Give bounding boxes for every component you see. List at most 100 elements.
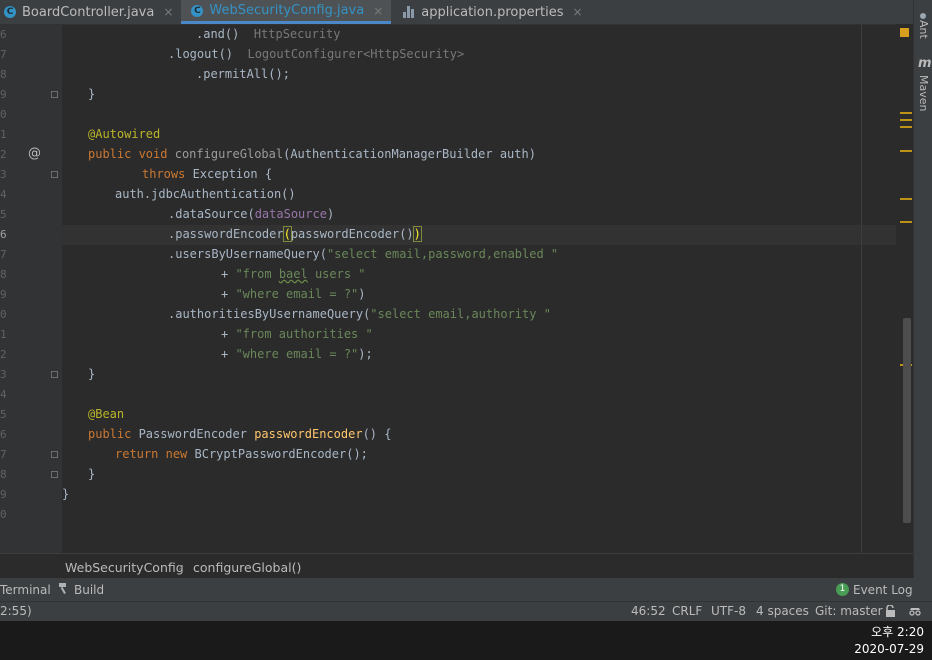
ant-panel-button[interactable]: Ant	[917, 20, 930, 39]
code-line: }	[88, 87, 96, 101]
fold-marker-icon[interactable]	[51, 371, 58, 378]
ant-icon	[918, 6, 928, 19]
close-icon[interactable]: ×	[572, 5, 582, 19]
line-number: 9	[0, 288, 7, 301]
taskbar-time[interactable]: 오후 2:20	[871, 623, 924, 640]
file-encoding[interactable]: UTF-8	[711, 604, 746, 618]
code-line: return new BCryptPasswordEncoder();	[115, 447, 368, 461]
tab-web-security-config[interactable]: C WebSecurityConfig.java ×	[181, 0, 392, 24]
code-line: .authoritiesByUsernameQuery("select emai…	[168, 307, 551, 321]
java-class-icon: C	[191, 4, 204, 17]
caret-position[interactable]: 46:52	[631, 604, 666, 618]
line-number-current: 6	[0, 228, 7, 241]
line-number: 5	[0, 208, 7, 221]
breadcrumb-method[interactable]: configureGlobal()	[193, 560, 301, 575]
stripe-marker[interactable]	[900, 112, 912, 114]
line-number: 2	[0, 148, 7, 161]
line-number: 4	[0, 188, 7, 201]
stripe-marker[interactable]	[900, 150, 912, 152]
stripe-marker[interactable]	[900, 198, 912, 200]
line-number: 0	[0, 108, 7, 121]
lock-icon[interactable]	[885, 604, 896, 617]
inspector-icon[interactable]	[908, 605, 922, 617]
fold-marker-icon[interactable]	[51, 451, 58, 458]
code-line: .permitAll();	[196, 67, 290, 81]
warning-indicator-icon[interactable]	[900, 28, 909, 37]
code-line: .usersByUsernameQuery("select email,pass…	[168, 247, 559, 261]
indent-setting[interactable]: 4 spaces	[756, 604, 809, 618]
right-tool-bar: Ant m Maven	[913, 0, 932, 578]
taskbar-date[interactable]: 2020-07-29	[854, 642, 924, 656]
code-line: }	[88, 367, 96, 381]
os-taskbar: 오후 2:20 2020-07-29	[0, 621, 932, 660]
line-number: 1	[0, 128, 7, 141]
vertical-scrollbar[interactable]	[903, 318, 911, 523]
override-marker-icon[interactable]: @	[28, 146, 41, 161]
breadcrumb-separator: ›	[178, 559, 183, 574]
code-line: auth.jdbcAuthentication()	[115, 187, 296, 201]
line-number: 2	[0, 348, 7, 361]
code-line: + "from authorities "	[221, 327, 373, 341]
java-class-icon: C	[4, 6, 16, 18]
code-line: @Bean	[88, 407, 125, 421]
tab-board-controller[interactable]: C BoardController.java ×	[0, 0, 181, 24]
line-number: 8	[0, 68, 7, 81]
tool-window-bar: Terminal Build 1 Event Log	[0, 578, 932, 602]
maven-icon: m	[918, 56, 932, 71]
line-number: 9	[0, 488, 7, 501]
code-line: .logout() LogoutConfigurer<HttpSecurity>	[168, 47, 465, 61]
line-number: 0	[0, 508, 7, 521]
line-number: 6	[0, 428, 7, 441]
line-number: 7	[0, 248, 7, 261]
fold-marker-icon[interactable]	[51, 471, 58, 478]
stripe-marker[interactable]	[900, 126, 912, 128]
breadcrumb-class[interactable]: WebSecurityConfig	[65, 560, 184, 575]
line-number: 7	[0, 448, 7, 461]
line-number: 3	[0, 368, 7, 381]
line-number: 3	[0, 168, 7, 181]
breadcrumb: WebSecurityConfig › configureGlobal()	[0, 553, 913, 579]
line-number: 7	[0, 48, 7, 61]
build-tool-button[interactable]: Build	[74, 583, 104, 597]
code-line: throws Exception {	[142, 167, 273, 181]
line-number: 8	[0, 268, 7, 281]
properties-file-icon	[403, 6, 415, 18]
status-message[interactable]: 2:55)	[0, 604, 32, 618]
code-line: + "from bael users "	[221, 267, 366, 281]
line-number: 0	[0, 308, 7, 321]
line-number: 5	[0, 408, 7, 421]
line-separator[interactable]: CRLF	[672, 604, 702, 618]
git-branch[interactable]: Git: master	[815, 604, 883, 618]
maven-panel-button[interactable]: Maven	[917, 75, 930, 111]
code-editor[interactable]: .and() HttpSecurity .logout() LogoutConf…	[62, 24, 912, 553]
code-line: public PasswordEncoder passwordEncoder()…	[88, 427, 392, 441]
line-number: 8	[0, 468, 7, 481]
hammer-icon	[58, 582, 71, 595]
line-number: 9	[0, 88, 7, 101]
line-number: 4	[0, 388, 7, 401]
event-log-count-badge: 1	[836, 583, 849, 596]
fold-marker-icon[interactable]	[51, 91, 58, 98]
code-line: }	[62, 487, 70, 501]
line-number: 6	[0, 28, 7, 41]
tab-application-properties[interactable]: application.properties ×	[391, 0, 590, 24]
tab-label: BoardController.java	[22, 4, 155, 20]
code-line: }	[88, 467, 96, 481]
fold-marker-icon[interactable]	[51, 171, 58, 178]
line-number: 1	[0, 328, 7, 341]
close-icon[interactable]: ×	[163, 5, 173, 19]
terminal-tool-button[interactable]: Terminal	[0, 583, 51, 597]
code-line: .dataSource(dataSource)	[168, 207, 335, 221]
close-icon[interactable]: ×	[373, 4, 383, 18]
code-line: public void configureGlobal(Authenticati…	[88, 147, 536, 161]
tab-label: WebSecurityConfig.java	[209, 3, 365, 18]
stripe-marker[interactable]	[900, 119, 912, 121]
code-line: .passwordEncoder(passwordEncoder())	[168, 226, 422, 242]
stripe-marker[interactable]	[900, 221, 912, 223]
code-line: .and() HttpSecurity	[196, 27, 341, 41]
code-line: + "where email = ?")	[221, 287, 366, 301]
editor-tab-bar: C BoardController.java × C WebSecurityCo…	[0, 0, 913, 25]
status-bar: 2:55) 46:52 CRLF UTF-8 4 spaces Git: mas…	[0, 601, 932, 622]
event-log-button[interactable]: Event Log	[853, 583, 913, 597]
code-line: + "where email = ?");	[221, 347, 373, 361]
